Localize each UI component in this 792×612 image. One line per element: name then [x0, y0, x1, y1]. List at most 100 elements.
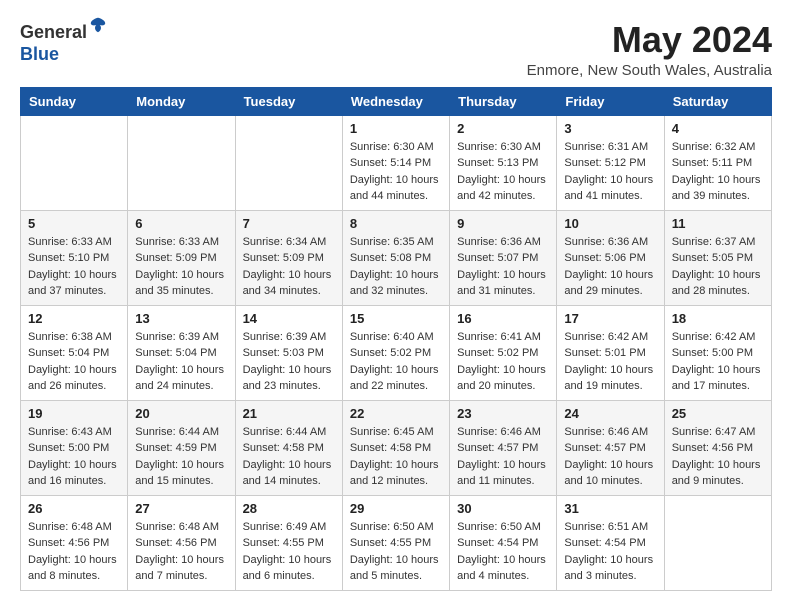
weekday-header-cell: Thursday — [450, 87, 557, 115]
calendar-cell: 30Sunrise: 6:50 AMSunset: 4:54 PMDayligh… — [450, 495, 557, 590]
day-info: Sunrise: 6:39 AMSunset: 5:04 PMDaylight:… — [135, 329, 227, 395]
calendar-cell: 24 Sunrise: 6:46 AMSunset: 4:57 PMDayligh… — [557, 400, 664, 495]
calendar-cell: 16 Sunrise: 6:41 AMSunset: 5:02 PMDayligh… — [450, 305, 557, 400]
day-info: Sunrise: 6:44 AMSunset: 4:59 PMDaylight:… — [135, 424, 227, 490]
day-info: Sunrise: 6:45 AMSunset: 4:58 PMDaylight:… — [350, 424, 442, 490]
calendar-cell: 14 Sunrise: 6:39 AMSunset: 5:03 PMDayligh… — [235, 305, 342, 400]
weekday-header-row: SundayMondayTuesdayWednesdayThursdayFrid… — [21, 87, 772, 115]
calendar-cell: 19 Sunrise: 6:43 AMSunset: 5:00 PMDayligh… — [21, 400, 128, 495]
calendar-cell — [128, 115, 235, 210]
calendar-cell: 10 Sunrise: 6:36 AMSunset: 5:06 PMDayligh… — [557, 210, 664, 305]
day-info: Sunrise: 6:48 AMSunset: 4:56 PMDaylight:… — [135, 519, 227, 585]
calendar-cell: 23 Sunrise: 6:46 AMSunset: 4:57 PMDayligh… — [450, 400, 557, 495]
day-number: 24 — [564, 406, 656, 421]
day-number: 11 — [672, 216, 764, 231]
calendar-cell: 4Sunrise: 6:32 AMSunset: 5:11 PMDaylight… — [664, 115, 771, 210]
day-info: Sunrise: 6:43 AMSunset: 5:00 PMDaylight:… — [28, 424, 120, 490]
day-number: 1 — [350, 121, 442, 136]
calendar-week-row: 26Sunrise: 6:48 AMSunset: 4:56 PMDayligh… — [21, 495, 772, 590]
day-number: 21 — [243, 406, 335, 421]
day-number: 28 — [243, 501, 335, 516]
day-info: Sunrise: 6:49 AMSunset: 4:55 PMDaylight:… — [243, 519, 335, 585]
calendar: SundayMondayTuesdayWednesdayThursdayFrid… — [20, 87, 772, 591]
day-number: 15 — [350, 311, 442, 326]
calendar-cell: 22 Sunrise: 6:45 AMSunset: 4:58 PMDayligh… — [342, 400, 449, 495]
day-number: 13 — [135, 311, 227, 326]
day-number: 9 — [457, 216, 549, 231]
title-area: May 2024 Enmore, New South Wales, Austra… — [527, 20, 772, 79]
day-number: 4 — [672, 121, 764, 136]
calendar-cell — [664, 495, 771, 590]
calendar-week-row: 1 Sunrise: 6:30 AMSunset: 5:14 PMDaylight… — [21, 115, 772, 210]
day-number: 18 — [672, 311, 764, 326]
calendar-body: 1 Sunrise: 6:30 AMSunset: 5:14 PMDaylight… — [21, 115, 772, 590]
calendar-cell: 20 Sunrise: 6:44 AMSunset: 4:59 PMDayligh… — [128, 400, 235, 495]
day-info: Sunrise: 6:33 AMSunset: 5:10 PMDaylight:… — [28, 234, 120, 300]
day-info: Sunrise: 6:42 AMSunset: 5:01 PMDaylight:… — [564, 329, 656, 395]
day-info: Sunrise: 6:30 AMSunset: 5:14 PMDaylight:… — [350, 139, 442, 205]
day-number: 2 — [457, 121, 549, 136]
calendar-cell: 18 Sunrise: 6:42 AMSunset: 5:00 PMDayligh… — [664, 305, 771, 400]
day-number: 19 — [28, 406, 120, 421]
day-number: 20 — [135, 406, 227, 421]
calendar-week-row: 5Sunrise: 6:33 AMSunset: 5:10 PMDaylight… — [21, 210, 772, 305]
calendar-cell: 27 Sunrise: 6:48 AMSunset: 4:56 PMDayligh… — [128, 495, 235, 590]
day-info: Sunrise: 6:40 AMSunset: 5:02 PMDaylight:… — [350, 329, 442, 395]
day-info: Sunrise: 6:51 AMSunset: 4:54 PMDaylight:… — [564, 519, 656, 585]
day-info: Sunrise: 6:31 AMSunset: 5:12 PMDaylight:… — [564, 139, 656, 205]
day-number: 7 — [243, 216, 335, 231]
weekday-header-cell: Saturday — [664, 87, 771, 115]
day-info: Sunrise: 6:42 AMSunset: 5:00 PMDaylight:… — [672, 329, 764, 395]
weekday-header-cell: Friday — [557, 87, 664, 115]
calendar-cell: 5Sunrise: 6:33 AMSunset: 5:10 PMDaylight… — [21, 210, 128, 305]
calendar-cell: 1 Sunrise: 6:30 AMSunset: 5:14 PMDaylight… — [342, 115, 449, 210]
calendar-cell — [21, 115, 128, 210]
weekday-header-cell: Monday — [128, 87, 235, 115]
location-title: Enmore, New South Wales, Australia — [527, 62, 772, 79]
day-info: Sunrise: 6:48 AMSunset: 4:56 PMDaylight:… — [28, 519, 120, 585]
day-info: Sunrise: 6:47 AMSunset: 4:56 PMDaylight:… — [672, 424, 764, 490]
calendar-cell: 8Sunrise: 6:35 AMSunset: 5:08 PMDaylight… — [342, 210, 449, 305]
day-number: 23 — [457, 406, 549, 421]
calendar-cell: 31Sunrise: 6:51 AMSunset: 4:54 PMDayligh… — [557, 495, 664, 590]
day-number: 16 — [457, 311, 549, 326]
day-info: Sunrise: 6:46 AMSunset: 4:57 PMDaylight:… — [564, 424, 656, 490]
header: General Blue May 2024 Enmore, New South … — [20, 20, 772, 79]
logo: General Blue — [20, 20, 107, 65]
day-info: Sunrise: 6:39 AMSunset: 5:03 PMDaylight:… — [243, 329, 335, 395]
day-number: 6 — [135, 216, 227, 231]
day-info: Sunrise: 6:41 AMSunset: 5:02 PMDaylight:… — [457, 329, 549, 395]
day-number: 22 — [350, 406, 442, 421]
day-number: 27 — [135, 501, 227, 516]
day-info: Sunrise: 6:50 AMSunset: 4:55 PMDaylight:… — [350, 519, 442, 585]
day-info: Sunrise: 6:35 AMSunset: 5:08 PMDaylight:… — [350, 234, 442, 300]
calendar-cell: 15 Sunrise: 6:40 AMSunset: 5:02 PMDayligh… — [342, 305, 449, 400]
logo-text: General Blue — [20, 20, 107, 65]
calendar-cell: 7 Sunrise: 6:34 AMSunset: 5:09 PMDaylight… — [235, 210, 342, 305]
day-number: 10 — [564, 216, 656, 231]
calendar-cell — [235, 115, 342, 210]
day-number: 14 — [243, 311, 335, 326]
calendar-cell: 29 Sunrise: 6:50 AMSunset: 4:55 PMDayligh… — [342, 495, 449, 590]
day-number: 12 — [28, 311, 120, 326]
calendar-cell: 17 Sunrise: 6:42 AMSunset: 5:01 PMDayligh… — [557, 305, 664, 400]
logo-bird-icon — [89, 16, 107, 34]
day-info: Sunrise: 6:38 AMSunset: 5:04 PMDaylight:… — [28, 329, 120, 395]
month-title: May 2024 — [527, 20, 772, 60]
weekday-header-cell: Wednesday — [342, 87, 449, 115]
weekday-header-cell: Tuesday — [235, 87, 342, 115]
calendar-cell: 9Sunrise: 6:36 AMSunset: 5:07 PMDaylight… — [450, 210, 557, 305]
calendar-cell: 12 Sunrise: 6:38 AMSunset: 5:04 PMDayligh… — [21, 305, 128, 400]
day-info: Sunrise: 6:34 AMSunset: 5:09 PMDaylight:… — [243, 234, 335, 300]
calendar-cell: 28 Sunrise: 6:49 AMSunset: 4:55 PMDayligh… — [235, 495, 342, 590]
day-info: Sunrise: 6:36 AMSunset: 5:06 PMDaylight:… — [564, 234, 656, 300]
calendar-cell: 21Sunrise: 6:44 AMSunset: 4:58 PMDayligh… — [235, 400, 342, 495]
day-number: 29 — [350, 501, 442, 516]
calendar-cell: 13 Sunrise: 6:39 AMSunset: 5:04 PMDayligh… — [128, 305, 235, 400]
day-info: Sunrise: 6:33 AMSunset: 5:09 PMDaylight:… — [135, 234, 227, 300]
day-number: 25 — [672, 406, 764, 421]
calendar-cell: 26Sunrise: 6:48 AMSunset: 4:56 PMDayligh… — [21, 495, 128, 590]
day-info: Sunrise: 6:50 AMSunset: 4:54 PMDaylight:… — [457, 519, 549, 585]
day-info: Sunrise: 6:46 AMSunset: 4:57 PMDaylight:… — [457, 424, 549, 490]
day-number: 17 — [564, 311, 656, 326]
